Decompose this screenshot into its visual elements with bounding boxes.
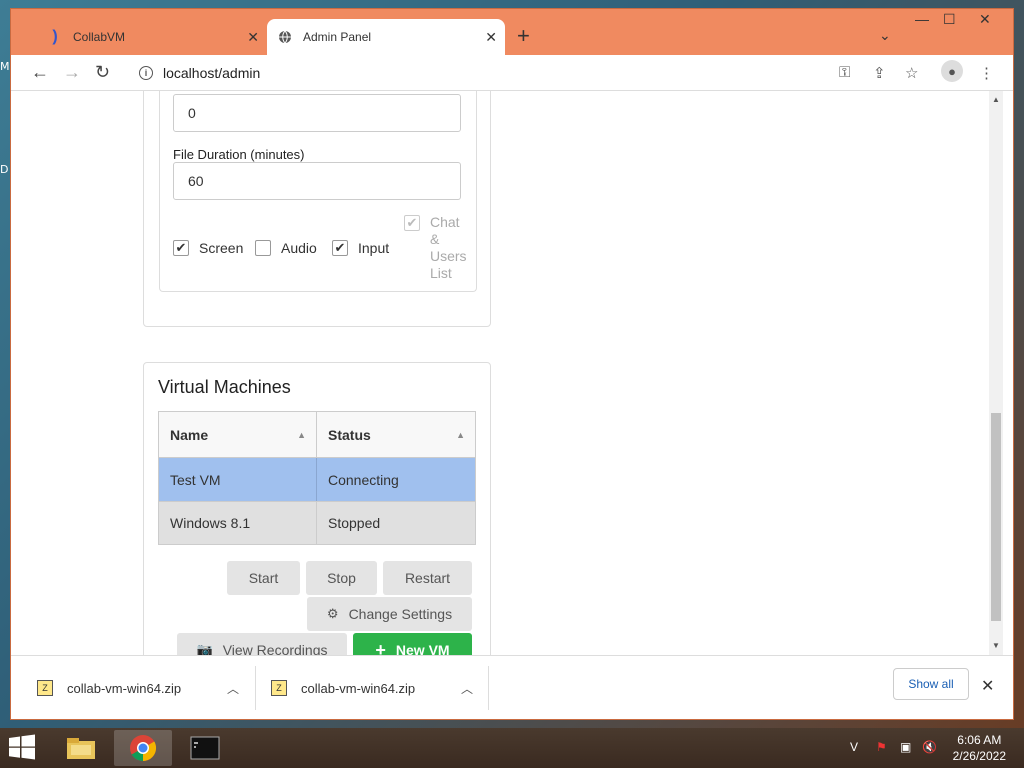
- desktop-icon-label: D: [0, 163, 9, 176]
- close-downloads-icon[interactable]: ✕: [981, 676, 994, 696]
- partial-value-input[interactable]: 0: [173, 94, 461, 132]
- back-arrow-icon[interactable]: ←: [31, 62, 49, 82]
- show-all-button[interactable]: Show all: [893, 668, 969, 700]
- checkbox-chat-users-list[interactable]: ✔ Chat & Users List: [404, 214, 467, 282]
- change-settings-button[interactable]: ⚙ Change Settings: [307, 597, 472, 631]
- chevron-up-icon[interactable]: ︿: [227, 680, 239, 697]
- checkbox-checked-icon: ✔: [332, 240, 348, 256]
- command-prompt-icon[interactable]: [176, 730, 234, 766]
- reload-icon[interactable]: ↻: [95, 62, 110, 82]
- star-icon[interactable]: ☆: [905, 64, 918, 82]
- vm-table: Name ▲ Status ▲ Test VM Connecting Windo…: [158, 411, 476, 545]
- desktop-icon-label: M: [0, 60, 10, 73]
- tab-search-chevron-icon[interactable]: ⌄: [879, 27, 891, 44]
- profile-avatar-icon[interactable]: ●: [941, 60, 963, 82]
- checkbox-label: Chat & Users List: [430, 214, 467, 281]
- checkbox-unchecked-icon: [255, 240, 271, 256]
- chevron-up-icon[interactable]: ︿: [461, 680, 473, 697]
- vm-status-cell: Connecting: [328, 471, 399, 488]
- file-duration-input[interactable]: 60: [173, 162, 461, 200]
- key-icon[interactable]: ⚿: [839, 64, 850, 81]
- checkbox-screen[interactable]: ✔ Screen: [173, 240, 243, 256]
- sort-ascending-icon: ▲: [297, 429, 306, 440]
- globe-icon: [277, 29, 293, 45]
- zip-file-icon: Z: [271, 680, 287, 696]
- divider: [488, 666, 489, 710]
- new-vm-button[interactable]: + New VM: [353, 633, 472, 655]
- window-close-icon[interactable]: ✕: [979, 11, 991, 28]
- download-item[interactable]: Z collab-vm-win64.zip ︿: [37, 656, 255, 720]
- table-row[interactable]: Windows 8.1 Stopped: [159, 501, 475, 544]
- tab-label: CollabVM: [73, 30, 126, 44]
- maximize-icon[interactable]: ☐: [943, 11, 956, 28]
- zip-file-icon: Z: [37, 680, 53, 696]
- minimize-icon[interactable]: —: [915, 11, 929, 27]
- tab-label: Admin Panel: [303, 30, 372, 44]
- tab-bar: ) CollabVM ✕ Admin Panel ✕ + ⌄ — ☐ ✕: [11, 9, 1013, 55]
- vm-status-cell: Stopped: [328, 515, 381, 531]
- checkbox-checked-icon: ✔: [404, 215, 420, 231]
- file-duration-label: File Duration (minutes): [173, 147, 305, 162]
- column-header-name[interactable]: Name ▲: [159, 412, 317, 457]
- stop-button[interactable]: Stop: [306, 561, 377, 595]
- chrome-icon[interactable]: [114, 730, 172, 766]
- downloads-bar: Z collab-vm-win64.zip ︿ Z collab-vm-win6…: [11, 655, 1013, 719]
- address-bar[interactable]: i localhost/admin: [131, 59, 951, 87]
- site-info-icon[interactable]: i: [139, 66, 153, 80]
- scroll-up-arrow-icon[interactable]: ▲: [992, 95, 1000, 104]
- view-recordings-button[interactable]: 📷 View Recordings: [177, 633, 347, 655]
- table-header-row: Name ▲ Status ▲: [159, 412, 475, 458]
- forward-arrow-icon[interactable]: →: [63, 62, 81, 82]
- camera-icon: 📷: [196, 642, 213, 655]
- download-item[interactable]: Z collab-vm-win64.zip ︿: [271, 656, 489, 720]
- collabvm-favicon-icon: ): [52, 28, 58, 45]
- close-tab-icon[interactable]: ✕: [485, 29, 497, 46]
- plus-icon: +: [375, 639, 386, 656]
- sort-ascending-icon: ▲: [456, 429, 465, 440]
- volume-muted-icon[interactable]: 🔇: [922, 740, 937, 754]
- restart-button[interactable]: Restart: [383, 561, 472, 595]
- vm-name-cell: Test VM: [159, 458, 317, 501]
- checkbox-label: Audio: [281, 240, 317, 256]
- taskbar: V ⚑ ▣ 🔇 6:06 AM 2/26/2022: [0, 728, 1024, 768]
- tab-collabvm[interactable]: ) CollabVM ✕: [37, 19, 267, 55]
- browser-window: ) CollabVM ✕ Admin Panel ✕ + ⌄ — ☐ ✕ ← →…: [10, 8, 1014, 720]
- vmware-tray-icon[interactable]: V: [850, 740, 858, 754]
- column-header-status[interactable]: Status ▲: [317, 412, 475, 457]
- checkbox-label: Screen: [199, 240, 244, 256]
- clock-date: 2/26/2022: [952, 749, 1006, 763]
- tab-admin-panel[interactable]: Admin Panel ✕: [267, 19, 505, 55]
- windows-start-icon[interactable]: [8, 734, 38, 762]
- action-center-flag-icon[interactable]: ⚑: [876, 740, 887, 754]
- gear-icon: ⚙: [326, 606, 339, 621]
- divider: [255, 666, 256, 710]
- clock-time: 6:06 AM: [957, 733, 1002, 747]
- checkbox-checked-icon: ✔: [173, 240, 189, 256]
- scroll-down-arrow-icon[interactable]: ▼: [992, 641, 1000, 650]
- close-tab-icon[interactable]: ✕: [247, 29, 259, 46]
- vm-name-cell: Windows 8.1: [159, 502, 317, 544]
- share-icon[interactable]: ⇪: [873, 64, 886, 82]
- start-button[interactable]: Start: [227, 561, 300, 595]
- checkbox-input[interactable]: ✔ Input: [332, 240, 389, 256]
- table-row[interactable]: Test VM Connecting: [159, 458, 475, 501]
- virtual-machines-card: Virtual Machines Name ▲ Status ▲ Test VM…: [143, 362, 491, 655]
- network-icon[interactable]: ▣: [900, 740, 911, 754]
- url-text: localhost/admin: [163, 65, 261, 81]
- menu-kebab-icon[interactable]: ⋮: [979, 64, 994, 82]
- vertical-scrollbar[interactable]: ▲ ▼: [989, 91, 1003, 655]
- recording-settings-card: 0 File Duration (minutes) 60 ✔ Screen Au…: [143, 91, 491, 327]
- page-content: 0 File Duration (minutes) 60 ✔ Screen Au…: [11, 91, 1013, 655]
- browser-toolbar: ← → ↻ i localhost/admin ⚿ ⇪ ☆ ● ⋮: [11, 55, 1013, 91]
- virtual-machines-title: Virtual Machines: [158, 377, 291, 397]
- scrollbar-thumb[interactable]: [991, 413, 1001, 621]
- system-clock[interactable]: 6:06 AM 2/26/2022: [953, 732, 1006, 764]
- recording-settings-panel: 0 File Duration (minutes) 60 ✔ Screen Au…: [159, 91, 477, 292]
- checkbox-audio[interactable]: Audio: [255, 240, 317, 256]
- checkbox-label: Input: [358, 240, 390, 256]
- new-tab-icon[interactable]: +: [517, 25, 530, 47]
- file-explorer-icon[interactable]: [52, 730, 110, 766]
